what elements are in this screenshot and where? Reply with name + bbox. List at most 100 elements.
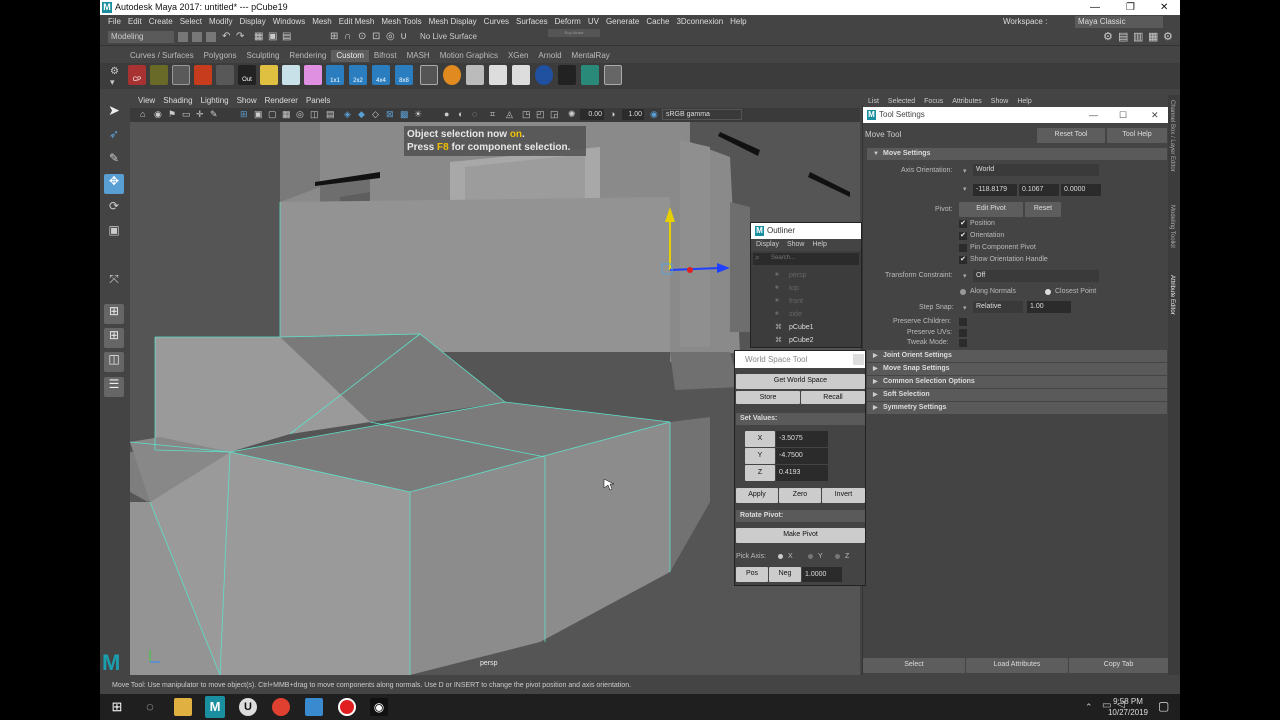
menu-uv[interactable]: UV: [588, 15, 599, 29]
pin-component-pivot-checkbox[interactable]: [959, 244, 967, 252]
basketball-tool-icon[interactable]: [443, 65, 461, 85]
menu-select[interactable]: Select: [180, 15, 202, 29]
ae-menu-focus[interactable]: Focus: [924, 98, 943, 105]
store-button[interactable]: Store: [736, 391, 800, 404]
target-tool-icon[interactable]: [535, 65, 553, 85]
ts-maximize-icon[interactable]: ☐: [1119, 107, 1127, 123]
close-button[interactable]: ✕: [1160, 0, 1168, 15]
viewport-menu-lighting[interactable]: Lighting: [201, 95, 229, 107]
windows-start-icon[interactable]: ⊞: [108, 698, 126, 716]
make-pivot-button[interactable]: Make Pivot: [736, 528, 865, 543]
dropdown-arrow-icon[interactable]: ▾: [963, 167, 967, 175]
maya-taskbar-icon[interactable]: M: [205, 696, 225, 718]
mode-select[interactable]: Modeling: [108, 31, 174, 43]
move-snap-settings-header[interactable]: ▶ Move Snap Settings: [867, 363, 1167, 375]
shelf-tab-arnold[interactable]: Arnold: [533, 50, 566, 62]
menu-3dconnexion[interactable]: 3Dconnexion: [676, 15, 723, 29]
y-value-field[interactable]: -4.7500: [776, 448, 828, 464]
dropdown-arrow-icon[interactable]: ▾: [963, 185, 967, 193]
shelf-tab-mash[interactable]: MASH: [402, 50, 435, 62]
rig-tool-icon[interactable]: [466, 65, 484, 85]
ae-menu-list[interactable]: List: [868, 98, 879, 105]
shadows-icon[interactable]: ●: [444, 109, 449, 119]
preserve-children-checkbox[interactable]: [959, 318, 967, 326]
move-tool-icon[interactable]: ✥: [104, 174, 124, 194]
apply-button[interactable]: Apply: [736, 488, 778, 503]
open-scene-icon[interactable]: [192, 32, 202, 42]
ae-menu-show[interactable]: Show: [991, 98, 1009, 105]
menu-edit[interactable]: Edit: [128, 15, 142, 29]
viewport-menu-renderer[interactable]: Renderer: [265, 95, 298, 107]
menu-windows[interactable]: Windows: [273, 15, 305, 29]
bug-tool-icon[interactable]: [558, 65, 576, 85]
zero-button[interactable]: Zero: [779, 488, 821, 503]
isolate-select-icon[interactable]: ◳: [522, 109, 531, 120]
rotate-tool-icon[interactable]: ⟳: [104, 199, 124, 219]
dropdown-arrow-icon[interactable]: ▾: [963, 304, 967, 312]
menu-modify[interactable]: Modify: [209, 15, 233, 29]
motion-blur-icon[interactable]: ◌: [472, 109, 477, 119]
film-gate-icon[interactable]: ▣: [254, 109, 263, 120]
lights-icon[interactable]: ☀: [414, 109, 422, 120]
shelf-tab-custom[interactable]: Custom: [331, 50, 369, 62]
cube-4x4-icon[interactable]: 4x4: [372, 65, 390, 85]
menu-display[interactable]: Display: [240, 15, 266, 29]
menu-mesh[interactable]: Mesh: [312, 15, 332, 29]
menu-help[interactable]: Help: [730, 15, 746, 29]
viewport-menu-show[interactable]: Show: [237, 95, 257, 107]
shelf-tab-motion-graphics[interactable]: Motion Graphics: [435, 50, 503, 62]
ts-close-icon[interactable]: ✕: [1151, 107, 1159, 123]
outliner-search[interactable]: ⌕ Search...: [753, 253, 859, 265]
select-component-icon[interactable]: ▤: [282, 31, 291, 42]
axis-x-field[interactable]: -118.8179: [973, 184, 1017, 196]
cat-face-icon[interactable]: [489, 65, 507, 85]
wireframe-icon[interactable]: ◈: [344, 109, 351, 120]
position-checkbox[interactable]: ✔: [959, 220, 967, 228]
neg-button[interactable]: Neg: [769, 567, 801, 582]
notifications-icon[interactable]: ▢: [1158, 699, 1169, 713]
outliner-menu-display[interactable]: Display: [756, 241, 779, 248]
shelf-tab-mentalray[interactable]: MentalRay: [567, 50, 615, 62]
cortana-icon[interactable]: ◌: [141, 698, 159, 716]
outliner-item[interactable]: ⌘ pCube1: [751, 321, 861, 334]
axis-orientation-select[interactable]: World: [973, 164, 1099, 176]
view-transform-select[interactable]: sRGB gamma: [662, 109, 742, 120]
soft-selection-header[interactable]: ▶ Soft Selection: [867, 389, 1167, 401]
menu-file[interactable]: File: [108, 15, 121, 29]
channel-box-toggle-icon[interactable]: ▦: [1148, 30, 1158, 43]
exposure-icon[interactable]: ✺: [568, 109, 576, 120]
joint-orient-settings-header[interactable]: ▶ Joint Orient Settings: [867, 350, 1167, 362]
magnet-icon[interactable]: ∪: [400, 31, 407, 42]
attribute-editor-tab[interactable]: Attribute Editor: [1169, 275, 1175, 315]
xray-icon[interactable]: ◰: [536, 109, 545, 120]
preserve-uvs-checkbox[interactable]: [959, 329, 967, 337]
two-d-pan-icon[interactable]: ✛: [196, 109, 204, 120]
edit-pivot-button[interactable]: Edit Pivot: [959, 202, 1023, 217]
system-tray-chevron-icon[interactable]: ⌃: [1085, 702, 1093, 713]
last-tool-icon[interactable]: ⤧: [104, 272, 124, 292]
pink-tool-icon[interactable]: [304, 65, 322, 85]
recall-button[interactable]: Recall: [801, 391, 865, 404]
ae-menu-attributes[interactable]: Attributes: [952, 98, 982, 105]
xray-joints-icon[interactable]: ◲: [550, 109, 559, 120]
undo-icon[interactable]: ↶: [222, 31, 230, 42]
get-world-space-button[interactable]: Get World Space: [736, 374, 865, 389]
outliner-menu-show[interactable]: Show: [787, 241, 805, 248]
make-live-icon[interactable]: ◎: [386, 31, 395, 42]
snap-view-icon[interactable]: ⊡: [372, 31, 380, 42]
move-settings-header[interactable]: ▼ Move Settings: [867, 148, 1167, 160]
transform-constraint-select[interactable]: Off: [973, 270, 1099, 282]
outliner-item[interactable]: ■ front: [751, 295, 861, 308]
copy-tab-button[interactable]: Copy Tab: [1069, 658, 1168, 673]
new-scene-icon[interactable]: [178, 32, 188, 42]
ae-menu-selected[interactable]: Selected: [888, 98, 915, 105]
x-value-field[interactable]: -3.5075: [776, 431, 828, 447]
field-chart-icon[interactable]: ◎: [296, 109, 304, 120]
workspace-select[interactable]: Maya Classic: [1075, 16, 1163, 28]
out-shelf-icon[interactable]: Out: [238, 65, 256, 85]
closest-point-radio[interactable]: [1045, 289, 1051, 295]
chrome-icon[interactable]: [272, 698, 290, 716]
step-snap-value-field[interactable]: 1.00: [1027, 301, 1071, 313]
select-tool-icon[interactable]: ➤: [104, 102, 124, 122]
pick-axis-z-radio[interactable]: [835, 554, 840, 559]
